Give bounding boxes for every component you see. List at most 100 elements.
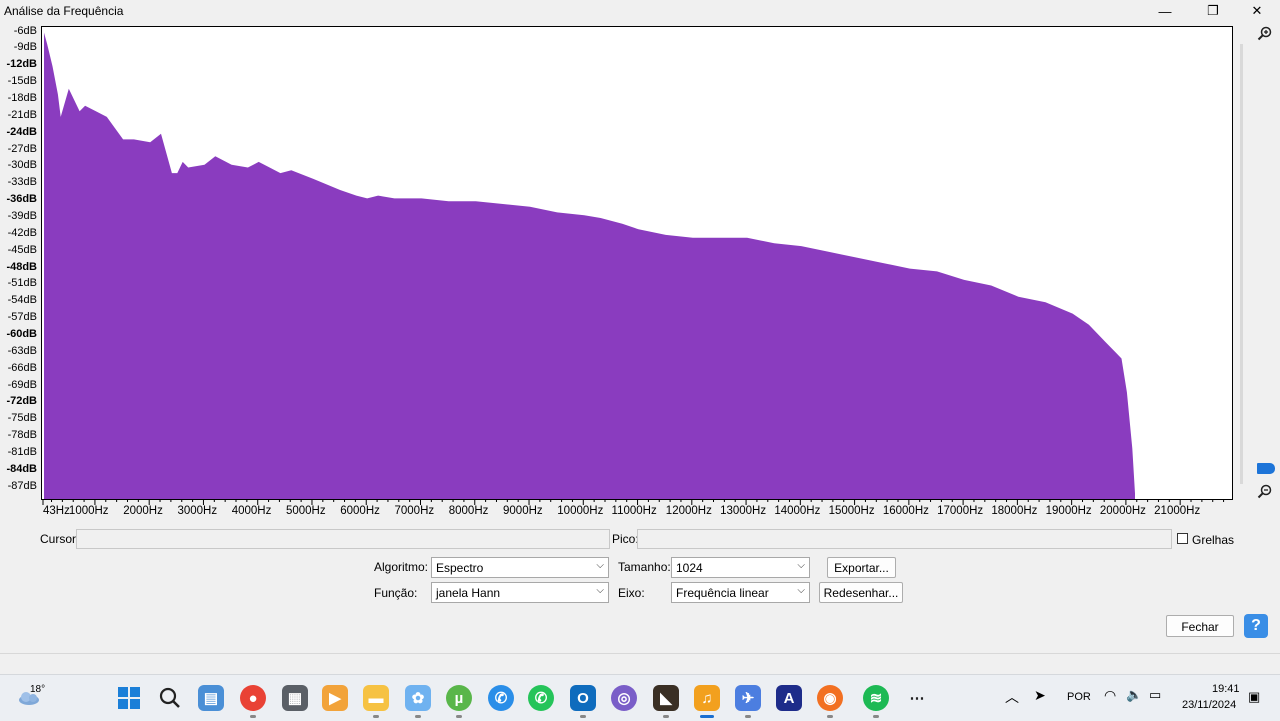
- zoom-out-icon[interactable]: [1257, 484, 1273, 500]
- x-tick-label: 13000Hz: [720, 505, 767, 517]
- x-tick-label: 3000Hz: [177, 505, 218, 517]
- spectrum-svg: [44, 32, 1135, 499]
- y-tick-label: -36dB: [6, 193, 37, 206]
- spectrum-area: [44, 32, 1135, 499]
- y-tick-label: -75dB: [7, 412, 37, 425]
- grid-label: Grelhas: [1192, 533, 1235, 547]
- x-tick-label: 8000Hz: [448, 505, 489, 517]
- utorrent-icon[interactable]: µ: [446, 685, 472, 711]
- axis-select[interactable]: Frequência linear ⌵: [671, 582, 810, 603]
- x-tick-label: 12000Hz: [665, 505, 712, 517]
- y-tick-label: -60dB: [6, 328, 37, 341]
- widgets-icon[interactable]: ▤: [198, 685, 224, 711]
- running-indicator: [373, 715, 379, 718]
- x-tick-label: 9000Hz: [503, 505, 543, 517]
- running-indicator: [250, 715, 256, 718]
- plane-icon[interactable]: ✈: [735, 685, 761, 711]
- outlook-icon[interactable]: O: [570, 685, 596, 711]
- chevron-down-icon: ⌵: [797, 560, 805, 571]
- video-icon[interactable]: ▶: [322, 685, 348, 711]
- algorithm-select[interactable]: Espectro ⌵: [431, 557, 609, 578]
- wifi-icon[interactable]: ◠: [1104, 687, 1116, 704]
- language-indicator[interactable]: POR: [1067, 691, 1091, 703]
- y-tick-label: -51dB: [7, 277, 37, 290]
- size-select[interactable]: 1024 ⌵: [671, 557, 810, 578]
- chevron-down-icon: ⌵: [797, 585, 805, 596]
- y-tick-label: -27dB: [7, 142, 37, 155]
- battery-icon[interactable]: ▭: [1149, 687, 1161, 703]
- function-label: Função:: [374, 586, 418, 600]
- close-dialog-button[interactable]: Fechar: [1166, 615, 1234, 637]
- y-tick-label: -18dB: [7, 92, 37, 105]
- x-tick-label: 1000Hz: [68, 505, 109, 517]
- active-indicator: [700, 715, 714, 718]
- whatsapp-icon[interactable]: ✆: [528, 685, 554, 711]
- more-icon[interactable]: ⋯: [904, 685, 930, 711]
- search-icon[interactable]: [157, 685, 183, 711]
- minimize-button[interactable]: —: [1142, 0, 1188, 22]
- x-tick-label: 14000Hz: [774, 505, 821, 517]
- arc-icon[interactable]: A: [776, 685, 802, 711]
- y-tick-label: -84dB: [6, 462, 37, 475]
- zoom-in-icon[interactable]: [1257, 26, 1273, 42]
- y-tick-label: -66dB: [7, 361, 37, 374]
- spectrum-plot[interactable]: [41, 26, 1233, 500]
- tray-chevron-icon[interactable]: ︿: [1005, 687, 1019, 707]
- y-tick-label: -81dB: [7, 446, 37, 459]
- x-tick-label: 6000Hz: [340, 505, 380, 517]
- y-tick-label: -69dB: [7, 378, 37, 391]
- x-tick-label: 11000Hz: [611, 505, 657, 517]
- taskbar: 18° ▤ ● ▦ ▶ ▬ ✿ µ ✆ ✆ O ◎ ◣ ♫ ✈ A ◉ ≋ ⋯ …: [0, 674, 1280, 721]
- x-tick-label: 21000Hz: [1154, 505, 1201, 517]
- messaging-icon[interactable]: ✆: [488, 685, 514, 711]
- volume-icon[interactable]: 🔈: [1126, 687, 1142, 703]
- y-tick-label: -33dB: [7, 176, 37, 189]
- running-indicator: [415, 715, 421, 718]
- peak-field: [637, 529, 1172, 549]
- podcast-icon[interactable]: ◎: [611, 685, 637, 711]
- chrome-icon[interactable]: ●: [240, 685, 266, 711]
- clock-time[interactable]: 19:41: [1212, 683, 1240, 695]
- y-tick-label: -6dB: [13, 24, 37, 37]
- y-tick-label: -39dB: [7, 210, 37, 223]
- clock-date[interactable]: 23/11/2024: [1182, 699, 1236, 711]
- redraw-button[interactable]: Redesenhar...: [819, 582, 903, 603]
- x-tick-label: 19000Hz: [1045, 505, 1092, 517]
- y-tick-label: -12dB: [6, 58, 37, 71]
- x-tick-label: 2000Hz: [123, 505, 163, 517]
- grid-checkbox[interactable]: [1177, 533, 1188, 544]
- windows-start-icon[interactable]: [116, 685, 142, 711]
- audacity-icon[interactable]: ♫: [694, 685, 720, 711]
- location-icon[interactable]: ➤: [1034, 687, 1046, 704]
- photos-icon[interactable]: ✿: [405, 685, 431, 711]
- weather-temp: 18°: [30, 684, 46, 695]
- y-tick-label: -57dB: [7, 311, 37, 324]
- y-tick-label: -48dB: [6, 260, 37, 273]
- export-button[interactable]: Exportar...: [827, 557, 896, 578]
- chevron-down-icon: ⌵: [596, 560, 604, 571]
- x-tick-label: 4000Hz: [231, 505, 272, 517]
- x-tick-label: 20000Hz: [1099, 505, 1146, 517]
- calculator-icon[interactable]: ▦: [282, 685, 308, 711]
- zoom-slider-thumb[interactable]: [1257, 463, 1275, 474]
- y-tick-label: -9dB: [13, 41, 37, 54]
- notification-icon[interactable]: ▣: [1248, 689, 1260, 705]
- y-tick-label: -54dB: [7, 294, 37, 307]
- zoom-slider-track[interactable]: [1240, 44, 1243, 484]
- running-indicator: [873, 715, 879, 718]
- algorithm-value: Espectro: [436, 561, 484, 575]
- running-indicator: [745, 715, 751, 718]
- spotify-icon[interactable]: ≋: [863, 685, 889, 711]
- help-icon[interactable]: ?: [1244, 614, 1268, 638]
- y-tick-label: -21dB: [7, 108, 37, 121]
- cursor-field: [76, 529, 610, 549]
- y-tick-label: -63dB: [7, 344, 37, 357]
- media-player-icon[interactable]: ◣: [653, 685, 679, 711]
- function-select[interactable]: janela Hann ⌵: [431, 582, 609, 603]
- firefox-icon[interactable]: ◉: [817, 685, 843, 711]
- files-icon[interactable]: ▬: [363, 685, 389, 711]
- peak-label: Pico:: [612, 532, 639, 546]
- restore-button[interactable]: ❐: [1190, 0, 1236, 22]
- close-window-button[interactable]: ✕: [1234, 0, 1280, 22]
- size-label: Tamanho:: [618, 560, 671, 574]
